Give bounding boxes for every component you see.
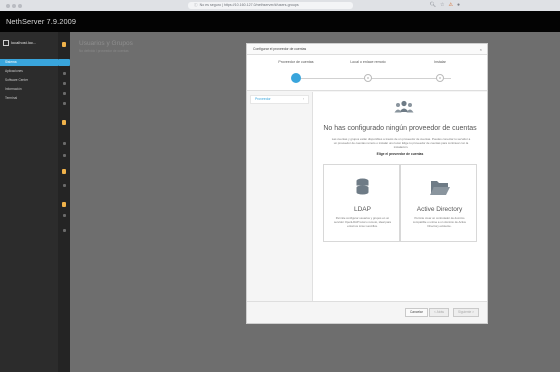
ldap-description: Permite configurar usuarios y grupos en … [333,216,391,228]
icon-strip [58,32,70,372]
app-header: NethServer 7.9.2009 [0,11,560,32]
sidebar-item-sistema[interactable]: Sistema [0,59,58,66]
server-name: localhost.loc... [11,40,37,45]
software-icon[interactable] [63,82,66,85]
step-instalar[interactable]: Instalar [405,60,475,82]
dialog-body: Proveedor › No has configurado ningún pr… [247,92,487,302]
chevron-right-icon: › [302,97,304,101]
back-button[interactable]: < Atrás [429,308,450,317]
address-bar[interactable]: ⓘ No es seguro | https://10.160.127.0/net… [188,2,353,9]
sidebar-item-informacion[interactable]: Información [0,86,58,93]
browser-chrome: ⓘ No es seguro | https://10.160.127.0/net… [0,0,560,11]
step-label: Instalar [434,60,446,64]
empty-state-title: No has configurado ningún proveedor de c… [323,125,477,132]
dialog-title: Configurar el proveedor de cuentas [253,47,307,51]
dialog-header: Configurar el proveedor de cuentas × [247,44,487,55]
database-icon [356,178,369,195]
active-directory-description: Permite crear un controlador de dominio … [412,216,467,228]
info-icon: ⓘ [194,3,198,7]
profile-icon[interactable]: ● [457,2,460,8]
sidebar-item-aplicaciones[interactable]: Aplicaciones [0,68,58,75]
step-dot [436,74,444,82]
tool-icon[interactable] [63,154,66,157]
provider-content: No has configurado ningún proveedor de c… [313,92,487,302]
ldap-label: LDAP [354,206,371,213]
step-proveedor[interactable]: Proveedor de cuentas [261,60,331,83]
ldap-card[interactable]: LDAP Permite configurar usuarios y grupo… [323,164,400,242]
browser-tools: 🔍︎ ☆ ⚠ ● [430,2,460,8]
wizard-subnav: Proveedor › [247,92,313,302]
sidebar-item-terminal[interactable]: Terminal [0,95,58,102]
step-dot [364,74,372,82]
window-controls [6,3,22,8]
steps-line [293,78,451,79]
dialog-footer: Cancelar < Atrás Siguiente > [247,301,487,323]
sidebar: localhost.loc... Sistema Aplicaciones So… [0,32,70,372]
url-text: No es seguro | https://10.160.127.0/neth… [199,3,299,7]
system-icon[interactable] [58,59,70,66]
apps-icon[interactable] [63,72,66,75]
warning-icon[interactable] [62,169,66,174]
server-icon [3,40,9,46]
warning-icon[interactable] [62,202,66,207]
folder-open-icon [430,181,450,195]
cancel-button[interactable]: Cancelar [405,308,428,317]
subnav-label: Proveedor [255,97,271,101]
account-provider-dialog: Configurar el proveedor de cuentas × Pro… [246,43,488,324]
step-local-remoto[interactable]: Local o enlace remoto [333,60,403,82]
star-icon[interactable]: ☆ [440,2,444,8]
empty-state-description: Las cuentas y grupos están disponibles a… [331,137,471,150]
terminal-icon[interactable] [63,102,66,105]
zoom-icon[interactable]: 🔍︎ [430,2,436,8]
step-label: Local o enlace remoto [350,60,386,64]
next-button[interactable]: Siguiente > [453,308,480,317]
menu-icon[interactable] [63,184,66,187]
info-icon[interactable] [63,92,66,95]
page-subtitle: No definido / proveedor de cuentas [79,49,129,53]
step-label: Proveedor de cuentas [278,60,314,64]
alert-icon[interactable]: ⚠ [448,2,452,8]
users-icon [394,100,414,113]
settings-icon[interactable] [63,142,66,145]
notification-icon[interactable] [62,42,66,47]
subnav-item-proveedor[interactable]: Proveedor › [250,95,309,104]
step-active-dot [291,73,301,83]
menu-icon[interactable] [63,214,66,217]
active-directory-label: Active Directory [416,206,463,213]
page-title: Usuarios y Grupos [79,40,133,47]
choose-provider-label: Elige el proveedor de cuentas [376,152,424,156]
menu-icon[interactable] [63,229,66,232]
close-icon[interactable]: × [480,44,482,55]
server-selector[interactable]: localhost.loc... [3,38,58,48]
active-directory-card[interactable]: Active Directory Permite crear un contro… [400,164,477,242]
warning-icon[interactable] [62,120,66,125]
wizard-steps: Proveedor de cuentas Local o enlace remo… [247,55,487,91]
sidebar-item-software-center[interactable]: Software Center [0,77,58,84]
